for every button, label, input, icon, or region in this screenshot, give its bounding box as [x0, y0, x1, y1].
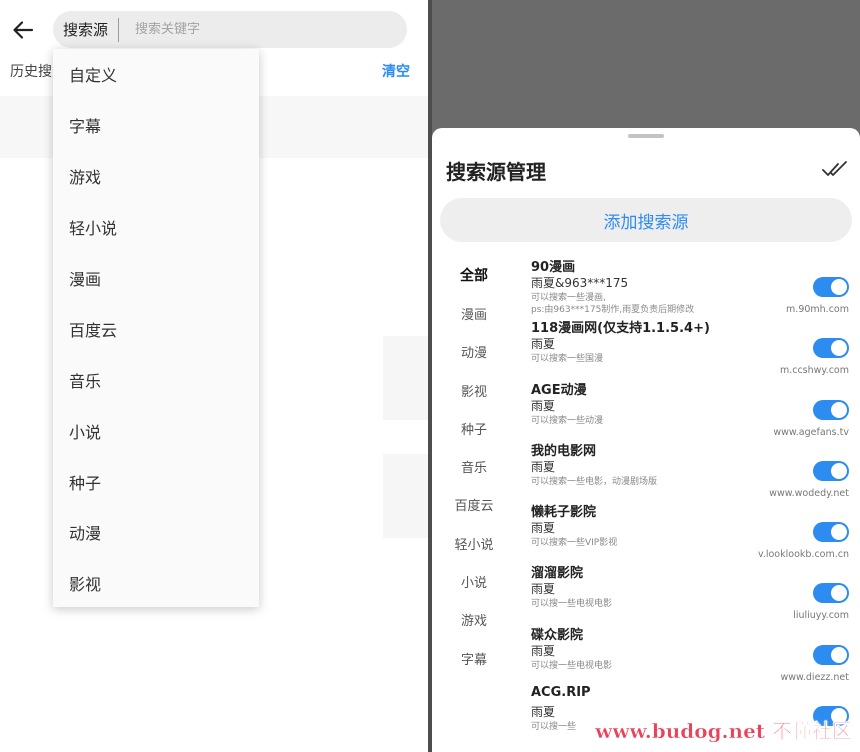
source-description: 可以搜索一些电影，动漫剧场版 [531, 476, 658, 487]
history-label: 历史搜 [10, 64, 52, 80]
source-list-item[interactable]: 118漫画网(仅支持1.1.5.4+) 雨夏 可以搜索一些国漫 m.ccshwy… [531, 317, 853, 378]
source-description: 可以搜一些 [531, 722, 577, 733]
source-description: 可以搜一些电视电影 [531, 660, 613, 671]
source-author: 雨夏 [531, 643, 556, 658]
source-list-item[interactable]: 碟众影院 雨夏 可以搜一些电视电影 www.diezz.net [531, 624, 853, 685]
source-list-item[interactable]: 溜溜影院 雨夏 可以搜一些电视电影 liuliuyy.com [531, 562, 853, 623]
source-name: 碟众影院 [531, 627, 584, 643]
dropdown-item-manga[interactable]: 漫画 [53, 253, 259, 304]
category-item-subtitles[interactable]: 字幕 [432, 639, 516, 677]
source-enable-toggle[interactable] [813, 583, 849, 604]
source-name: 溜溜影院 [531, 566, 584, 582]
source-description: 可以搜一些电视电影 [531, 599, 613, 610]
toggle-knob [831, 585, 847, 602]
source-name: AGE动漫 [531, 382, 587, 398]
category-item-games[interactable]: 游戏 [432, 601, 516, 639]
source-enable-toggle[interactable] [813, 460, 849, 481]
source-list-item[interactable]: AGE动漫 雨夏 可以搜索一些动漫 www.agefans.tv [531, 379, 853, 440]
category-item-light-novel[interactable]: 轻小说 [432, 524, 516, 562]
double-check-icon [822, 161, 847, 176]
source-url: www.wodedy.net [769, 487, 849, 499]
toggle-knob [831, 462, 847, 479]
select-all-button[interactable] [822, 160, 848, 180]
dropdown-item-baidu-cloud[interactable]: 百度云 [53, 303, 259, 354]
sheet-drag-handle[interactable] [628, 134, 664, 138]
dropdown-item-music[interactable]: 音乐 [53, 354, 259, 405]
source-description: 可以搜索一些国漫 [531, 354, 604, 365]
category-item-music[interactable]: 音乐 [432, 447, 516, 485]
source-enable-toggle[interactable] [813, 644, 849, 665]
category-item-baidu-cloud[interactable]: 百度云 [432, 486, 516, 524]
toggle-knob [831, 279, 847, 295]
dropdown-item-novel[interactable]: 小说 [53, 405, 259, 456]
source-name: 118漫画网(仅支持1.1.5.4+) [531, 321, 710, 337]
category-item-manga[interactable]: 漫画 [432, 294, 516, 332]
source-enable-toggle[interactable] [813, 277, 849, 297]
source-list-item[interactable]: 懒耗子影院 雨夏 可以搜索一些VIP影视 v.looklookb.com.cn [531, 501, 853, 562]
toggle-knob [831, 646, 847, 663]
source-url: m.ccshwy.com [779, 365, 849, 377]
dropdown-item-anime[interactable]: 动漫 [53, 507, 259, 558]
source-author: 雨夏 [531, 582, 556, 597]
source-description: 可以搜索一些漫画, ps:由963***175制作,雨夏负责后期修改 [531, 293, 695, 315]
clear-history-button[interactable]: 清空 [382, 61, 410, 81]
source-dropdown-menu: 自定义 字幕 游戏 轻小说 漫画 百度云 音乐 小说 种子 动漫 影视 [53, 49, 259, 607]
category-item-anime[interactable]: 动漫 [432, 333, 516, 371]
source-author: 雨夏&963***175 [531, 276, 629, 290]
toggle-knob [831, 524, 847, 541]
add-source-button[interactable]: 添加搜索源 [440, 198, 852, 242]
source-enable-toggle[interactable] [813, 522, 849, 543]
category-item-novel[interactable]: 小说 [432, 562, 516, 600]
dropdown-item-light-novel[interactable]: 轻小说 [53, 202, 259, 253]
source-name: ACG.RIP [531, 685, 591, 701]
category-list: 全部 漫画 动漫 影视 种子 音乐 百度云 轻小说 小说 游戏 字幕 [432, 256, 516, 677]
source-description: 可以搜索一些VIP影视 [531, 538, 618, 549]
sheet-title: 搜索源管理 [446, 160, 546, 184]
source-selector[interactable]: 搜索源 [53, 20, 108, 40]
source-url: www.agefans.tv [773, 426, 849, 438]
source-author: 雨夏 [531, 459, 556, 474]
source-manager-screen: 搜索源管理 添加搜索源 全部 漫画 动漫 影视 种子 音乐 百度云 轻小说 小说… [432, 0, 860, 752]
bottom-sheet: 搜索源管理 添加搜索源 全部 漫画 动漫 影视 种子 音乐 百度云 轻小说 小说… [432, 128, 860, 752]
source-list-item[interactable]: 90漫画 雨夏&963***175 可以搜索一些漫画, ps:由963***17… [531, 256, 853, 317]
source-name: 90漫画 [531, 260, 576, 275]
search-screen: 搜索源 历史搜 清空 自定义 字幕 游戏 轻小说 漫画 百度云 音乐 小说 种子… [0, 0, 428, 752]
search-input[interactable] [135, 22, 376, 37]
search-bar-divider [118, 17, 120, 42]
back-button[interactable] [11, 18, 35, 42]
source-author: 雨夏 [531, 521, 556, 536]
source-url: www.diezz.net [780, 671, 849, 683]
source-author: 雨夏 [531, 398, 556, 413]
content-card [383, 454, 428, 538]
source-name: 我的电影网 [531, 443, 597, 459]
source-enable-toggle[interactable] [813, 338, 849, 359]
dropdown-item-film[interactable]: 影视 [53, 558, 259, 609]
source-name: 懒耗子影院 [531, 505, 597, 521]
category-item-film[interactable]: 影视 [432, 371, 516, 409]
dropdown-item-custom[interactable]: 自定义 [53, 49, 259, 100]
source-url: m.90mh.com [786, 304, 849, 315]
dropdown-item-games[interactable]: 游戏 [53, 151, 259, 202]
dropdown-item-torrent[interactable]: 种子 [53, 456, 259, 507]
site-watermark: www.budog.net 不懂社区 [595, 719, 852, 743]
source-url: v.looklookb.com.cn [757, 549, 849, 561]
search-bar: 搜索源 [53, 11, 407, 48]
source-list: 90漫画 雨夏&963***175 可以搜索一些漫画, ps:由963***17… [531, 256, 853, 746]
arrow-left-icon [13, 21, 34, 39]
dropdown-item-subtitles[interactable]: 字幕 [53, 100, 259, 151]
toggle-knob [831, 401, 847, 418]
source-author: 雨夏 [531, 337, 556, 352]
source-list-item[interactable]: 我的电影网 雨夏 可以搜索一些电影，动漫剧场版 www.wodedy.net [531, 440, 853, 501]
category-item-torrent[interactable]: 种子 [432, 409, 516, 447]
category-item-all[interactable]: 全部 [432, 256, 516, 294]
content-card [383, 336, 428, 420]
toggle-knob [831, 340, 847, 357]
source-url: liuliuyy.com [793, 610, 849, 622]
source-enable-toggle[interactable] [813, 399, 849, 420]
source-description: 可以搜索一些动漫 [531, 415, 604, 426]
source-author: 雨夏 [531, 705, 556, 720]
